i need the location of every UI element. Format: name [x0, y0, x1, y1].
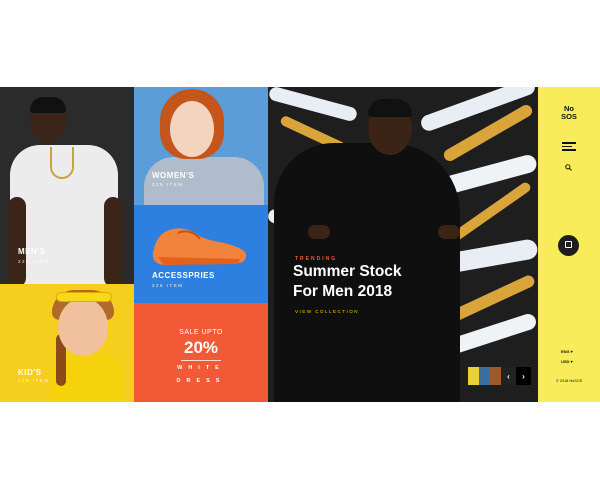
right-sidebar: No SOS ENG ▾ USD ▾ © 2018 NoSOS: [538, 87, 600, 402]
language-select[interactable]: ENG ▾: [561, 349, 573, 354]
prev-slide-button[interactable]: ‹: [501, 367, 516, 385]
chevron-down-icon: ▾: [570, 359, 573, 364]
category-label: KID'S: [18, 368, 42, 377]
hero-title-line-2: For Men 2018: [293, 283, 393, 300]
sale-line-2: DRESS: [176, 378, 226, 384]
shopping-bag-icon: [565, 241, 572, 248]
category-tile-women[interactable]: WOMEN'S 225 ITEM: [134, 87, 268, 205]
chevron-right-icon: ›: [522, 371, 525, 381]
slide-thumbnail[interactable]: [468, 367, 479, 385]
chevron-left-icon: ‹: [507, 371, 510, 381]
sale-heading: SALE UPTO: [179, 329, 223, 336]
search-icon[interactable]: [565, 164, 572, 171]
sale-promo-tile[interactable]: SALE UPTO 20% WHITE DRESS: [134, 303, 268, 402]
slide-thumbnail[interactable]: [479, 367, 490, 385]
category-count: 225 ITEM: [18, 378, 50, 383]
sale-line-1: WHITE: [177, 365, 225, 371]
view-collection-link[interactable]: VIEW COLLECTION: [295, 309, 359, 314]
brand-logo[interactable]: No SOS: [558, 105, 580, 121]
kid-headband: [56, 292, 112, 302]
category-count: 225 ITEM: [152, 182, 184, 187]
category-count: 225 ITEM: [152, 283, 184, 288]
category-count: 225 ITEM: [18, 259, 50, 264]
sneaker-image: [152, 228, 246, 265]
category-label: WOMEN'S: [152, 171, 195, 180]
women-model-sweater: [144, 157, 264, 205]
hamburger-menu-icon[interactable]: [562, 142, 576, 153]
slider-controls: ‹ ›: [468, 367, 531, 385]
hero-banner: TRENDING Summer Stock For Men 2018 VIEW …: [268, 87, 538, 402]
chevron-down-icon: ▾: [570, 349, 573, 354]
landing-stage: MEN'S 225 ITEM KID'S 225 ITEM WOMEN'S 22…: [0, 87, 600, 402]
cart-button[interactable]: [558, 235, 579, 256]
currency-select[interactable]: USD ▾: [561, 359, 573, 364]
category-label: MEN'S: [18, 247, 46, 256]
slide-thumbnail[interactable]: [490, 367, 501, 385]
sale-percent: 20%: [183, 338, 219, 357]
category-label: ACCESSPRIES: [152, 271, 215, 280]
hero-title: Summer Stock For Men 2018: [293, 262, 473, 302]
copyright-text: © 2018 NoSOS: [556, 379, 583, 383]
next-slide-button[interactable]: ›: [516, 367, 531, 385]
sale-divider: [181, 360, 221, 361]
kid-model-head: [58, 298, 108, 356]
category-tile-men[interactable]: MEN'S 225 ITEM: [0, 87, 134, 284]
category-tile-accessories[interactable]: ACCESSPRIES 225 ITEM: [134, 205, 268, 303]
women-model-face: [170, 101, 214, 157]
hero-title-line-1: Summer Stock: [293, 263, 402, 280]
men-chain: [50, 147, 74, 179]
category-tile-kids[interactable]: KID'S 225 ITEM: [0, 284, 134, 402]
